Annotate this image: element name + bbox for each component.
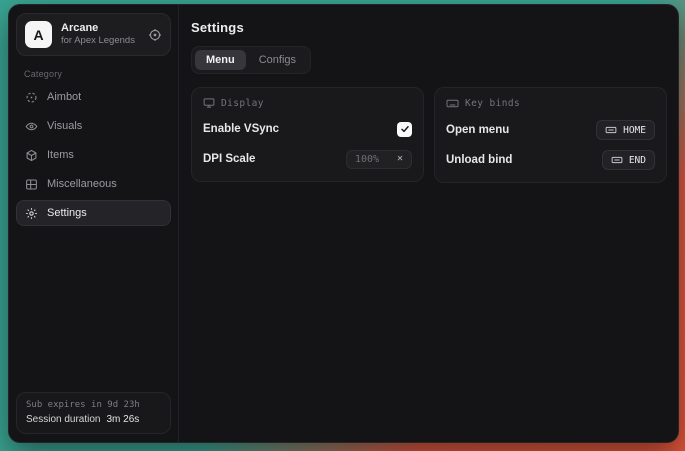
keybinds-card-title: Key binds — [465, 98, 520, 109]
dpi-scale-input[interactable]: 100% — [355, 154, 387, 165]
open-menu-keybind-button[interactable]: HOME — [596, 120, 655, 140]
brand-logo: A — [25, 21, 52, 48]
grid-icon — [25, 178, 38, 191]
settings-cards: Display Enable VSync — [191, 87, 667, 183]
open-menu-row: Open menu HOME — [446, 120, 655, 140]
dpi-row: DPI Scale 100% ✕ — [203, 149, 412, 169]
gear-icon — [25, 207, 38, 220]
app-window: A Arcane for Apex Legends Category — [8, 4, 679, 443]
vsync-label: Enable VSync — [203, 123, 279, 135]
open-menu-key: HOME — [623, 125, 646, 136]
unload-bind-label: Unload bind — [446, 154, 512, 166]
cube-icon — [25, 149, 38, 162]
display-card-title: Display — [221, 98, 264, 109]
sidebar-item-label: Items — [47, 149, 74, 161]
brand-card: A Arcane for Apex Legends — [16, 13, 171, 56]
tab-configs[interactable]: Configs — [248, 50, 307, 70]
unload-bind-row: Unload bind END — [446, 150, 655, 170]
brand-text: Arcane for Apex Legends — [61, 22, 135, 48]
crosshair-icon — [25, 91, 38, 104]
unload-key: END — [629, 155, 646, 166]
brand-logo-letter: A — [33, 27, 43, 43]
page-title: Settings — [191, 20, 667, 35]
brand-name: Arcane — [61, 22, 135, 35]
keybinds-card: Key binds Open menu HOME — [434, 87, 667, 183]
sidebar-item-label: Aimbot — [47, 91, 81, 103]
main-panel: Settings Menu Configs Display — [179, 5, 679, 442]
target-icon[interactable] — [148, 28, 162, 42]
dpi-input-group: 100% ✕ — [346, 150, 412, 169]
session-duration-value: 3m 26s — [107, 414, 140, 425]
clear-icon[interactable]: ✕ — [397, 154, 403, 164]
sidebar: A Arcane for Apex Legends Category — [9, 5, 179, 442]
dpi-label: DPI Scale — [203, 153, 255, 165]
unload-keybind-button[interactable]: END — [602, 150, 655, 170]
vsync-row: Enable VSync — [203, 119, 412, 139]
check-icon — [400, 124, 410, 134]
keybinds-card-header: Key binds — [446, 97, 655, 110]
sidebar-item-items[interactable]: Items — [16, 142, 171, 168]
sidebar-item-visuals[interactable]: Visuals — [16, 113, 171, 139]
monitor-icon — [203, 97, 215, 109]
sidebar-nav: Aimbot Visuals I — [9, 84, 178, 226]
tab-menu[interactable]: Menu — [195, 50, 246, 70]
sidebar-item-label: Miscellaneous — [47, 178, 117, 190]
desktop-backdrop: A Arcane for Apex Legends Category — [0, 0, 685, 451]
open-menu-label: Open menu — [446, 124, 509, 136]
vsync-checkbox[interactable] — [397, 122, 412, 137]
session-duration: Session duration 3m 26s — [26, 414, 161, 425]
sidebar-item-label: Visuals — [47, 120, 82, 132]
keyboard-icon — [446, 97, 459, 110]
display-card: Display Enable VSync — [191, 87, 424, 182]
sidebar-item-settings[interactable]: Settings — [16, 200, 171, 226]
eye-icon — [25, 120, 38, 133]
sidebar-item-miscellaneous[interactable]: Miscellaneous — [16, 171, 171, 197]
subscription-info-card: Sub expires in 9d 23h Session duration 3… — [16, 392, 171, 434]
sidebar-item-aimbot[interactable]: Aimbot — [16, 84, 171, 110]
settings-tabs: Menu Configs — [191, 46, 311, 74]
keyboard-icon — [605, 124, 617, 136]
sidebar-item-label: Settings — [47, 207, 87, 219]
category-label: Category — [24, 69, 178, 79]
keyboard-icon — [611, 154, 623, 166]
sub-expiry-text: Sub expires in 9d 23h — [26, 400, 161, 410]
brand-subtitle: for Apex Legends — [61, 36, 135, 47]
display-card-header: Display — [203, 97, 412, 109]
session-duration-label: Session duration — [26, 414, 101, 425]
